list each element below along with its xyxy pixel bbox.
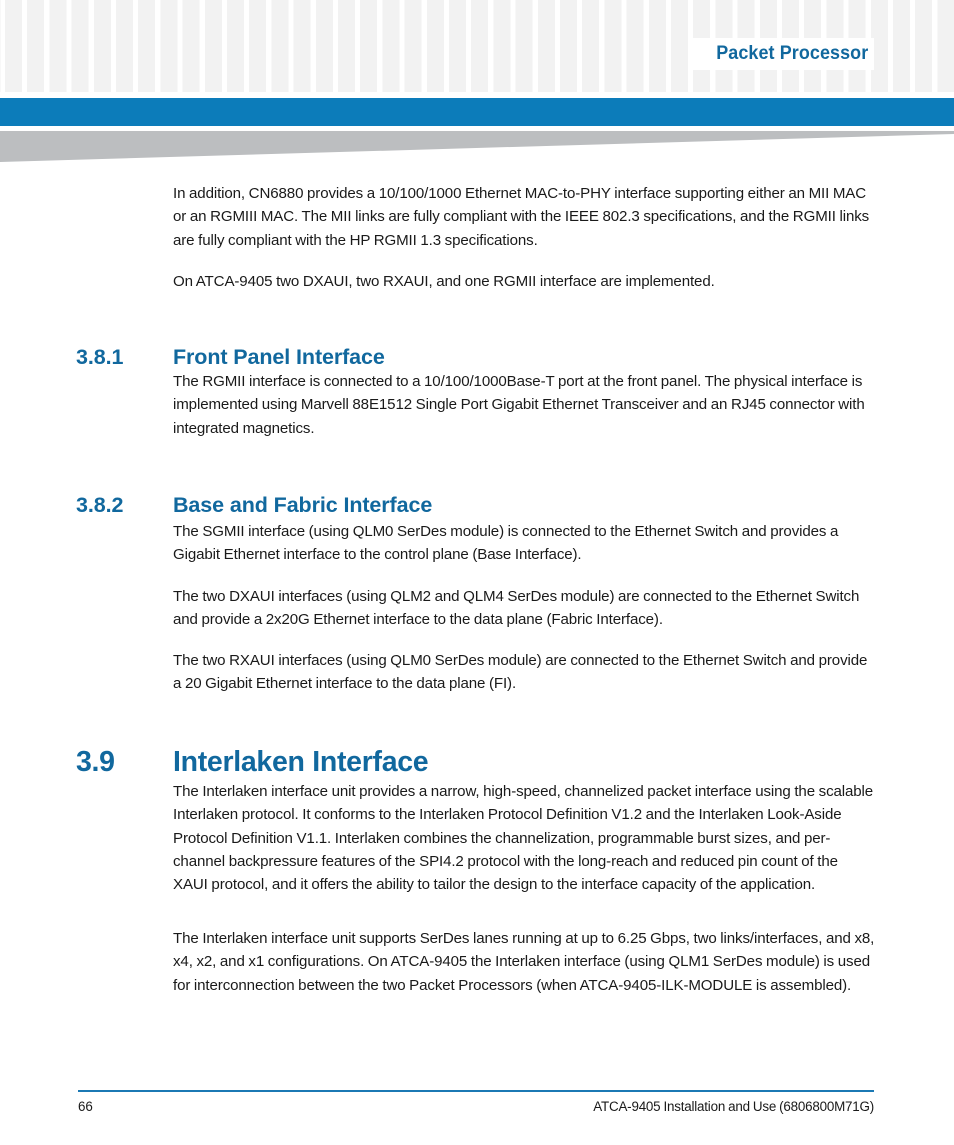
- document-page: Packet Processor In addition, CN6880 pro…: [0, 0, 954, 1145]
- paragraph-base-fabric-2: The two DXAUI interfaces (using QLM2 and…: [173, 588, 860, 629]
- footer-page-number: 66: [78, 1099, 93, 1114]
- heading-number-interlaken: 3.9: [76, 746, 115, 779]
- header-gray-wedge: [0, 131, 954, 163]
- heading-front-panel-interface: 3.8.1 Front Panel Interface: [76, 344, 876, 370]
- heading-text-front-panel: Front Panel Interface: [173, 344, 385, 369]
- footer-document-title: ATCA-9405 Installation and Use (6806800M…: [593, 1099, 874, 1114]
- heading-text-base-fabric: Base and Fabric Interface: [173, 492, 433, 517]
- paragraph-intro-2: On ATCA-9405 two DXAUI, two RXAUI, and o…: [173, 273, 715, 290]
- heading-base-fabric-interface: 3.8.2 Base and Fabric Interface: [76, 492, 876, 518]
- footer-divider: [78, 1090, 874, 1093]
- header-title-container: Packet Processor: [692, 38, 874, 70]
- header-accent-bar: [0, 98, 954, 126]
- heading-text-interlaken: Interlaken Interface: [173, 746, 429, 779]
- paragraph-front-panel-1: The RGMII interface is connected to a 10…: [173, 373, 865, 437]
- heading-interlaken-interface: 3.9 Interlaken Interface: [76, 745, 876, 779]
- heading-number-front-panel: 3.8.1: [76, 344, 124, 369]
- paragraph-base-fabric-1: The SGMII interface (using QLM0 SerDes m…: [173, 523, 839, 564]
- heading-number-base-fabric: 3.8.2: [76, 492, 124, 517]
- paragraph-interlaken-1: The Interlaken interface unit provides a…: [173, 783, 874, 894]
- page-title: Packet Processor: [715, 42, 868, 65]
- paragraph-interlaken-2: The Interlaken interface unit supports S…: [173, 930, 875, 994]
- paragraph-intro-1: In addition, CN6880 provides a 10/100/10…: [173, 185, 870, 249]
- paragraph-base-fabric-3: The two RXAUI interfaces (using QLM0 Ser…: [173, 652, 868, 693]
